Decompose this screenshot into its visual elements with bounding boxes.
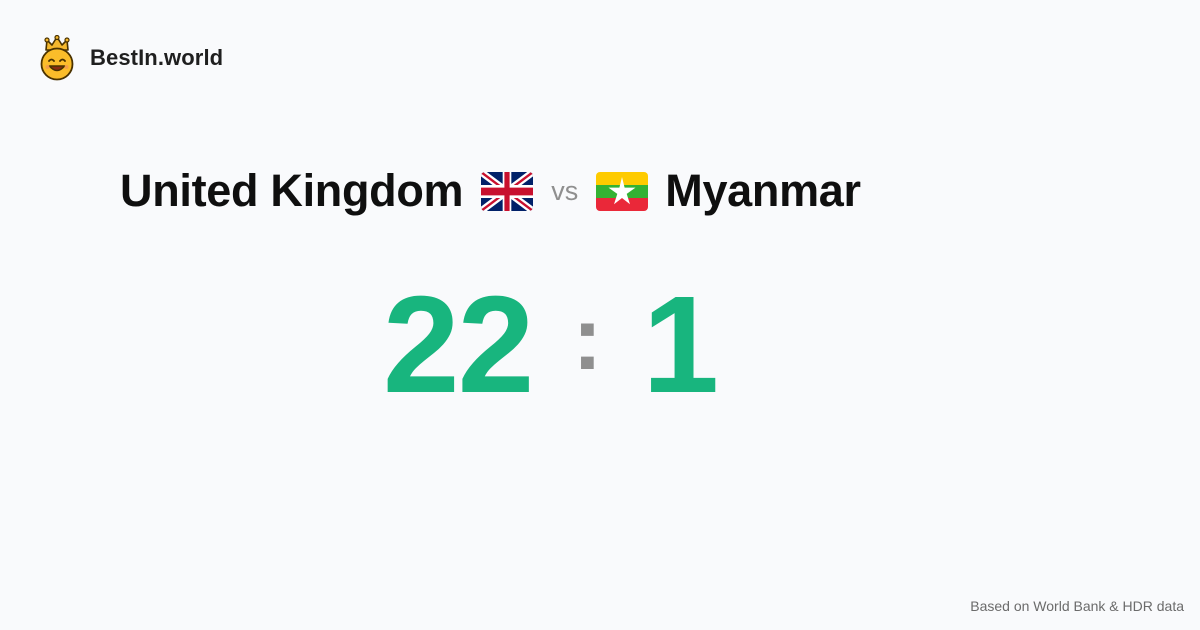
right-country-name: Myanmar [665, 165, 861, 216]
left-country-name: United Kingdom [120, 165, 464, 216]
crowned-smiley-icon [40, 35, 74, 81]
right-score: 1 [642, 268, 719, 422]
country-matchup-title: United Kingdom vs Myanmar [120, 160, 861, 222]
data-source-note: Based on World Bank & HDR data [970, 598, 1184, 614]
score-display: 22 : 1 [0, 276, 1100, 414]
brand-name: BestIn.world [90, 45, 224, 70]
score-separator: : [572, 289, 603, 389]
brand-home-link[interactable]: BestIn.world [38, 34, 223, 82]
uk-flag-icon [481, 171, 534, 211]
myanmar-flag-icon [596, 171, 649, 211]
left-score: 22 [382, 268, 534, 422]
versus-label: vs [551, 175, 579, 206]
